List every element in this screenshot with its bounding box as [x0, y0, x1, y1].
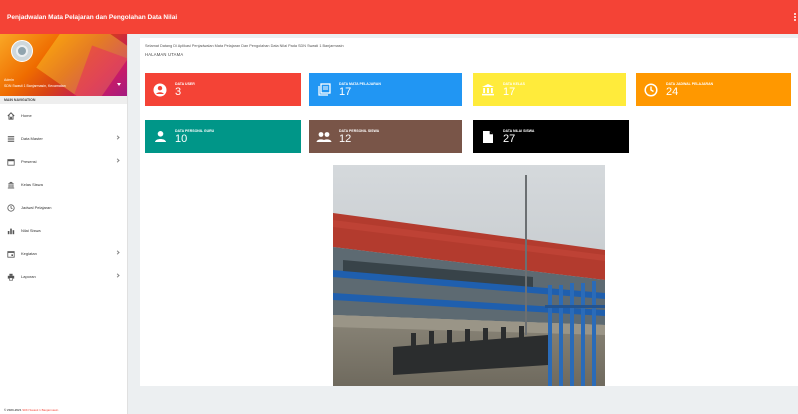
chevron-right-icon	[115, 158, 120, 163]
card-data-mata-pelajaran[interactable]: DATA MATA PELAJARAN 17	[309, 73, 462, 106]
user-profile: Admin SDN Swasti 1 Banjarmasin, Kecamata…	[0, 34, 127, 96]
user-circle-icon	[149, 83, 171, 97]
sidebar-item-data-master[interactable]: Data Master	[0, 127, 127, 150]
card-value: 3	[175, 85, 182, 98]
nav-header: MAIN NAVIGATION	[0, 96, 127, 104]
card-value: 17	[503, 85, 516, 98]
footer-year: © 2020-2021	[4, 408, 22, 412]
more-vert-icon[interactable]	[793, 13, 796, 21]
card-value: 17	[339, 85, 352, 98]
top-bar: Penjadwalan Mata Pelajaran dan Pengolaha…	[0, 0, 798, 34]
sidebar: Admin SDN Swasti 1 Banjarmasin, Kecamata…	[0, 34, 128, 414]
sidebar-item-label: Laporan	[21, 274, 36, 279]
user-school: SDN Swasti 1 Banjarmasin, Kecamatan	[4, 84, 66, 88]
card-label: DATA PERSONIL GURU	[175, 128, 215, 133]
clock-icon	[6, 203, 15, 212]
card-label: DATA NILAI SISWA	[503, 128, 535, 133]
document-icon	[477, 130, 499, 144]
card-label: DATA USER	[175, 81, 195, 86]
card-value: 27	[503, 132, 516, 145]
sidebar-item-label: Jadwal Pelajaran	[21, 205, 52, 210]
main-content: Selamat Datang Di Aplikasi Penjadwalan M…	[140, 38, 798, 386]
sidebar-item-home[interactable]: Home	[0, 104, 127, 127]
sidebar-item-label: Data Master	[21, 136, 43, 141]
card-data-personil-guru[interactable]: DATA PERSONIL GURU 10	[145, 120, 301, 153]
welcome-text: Selamat Datang Di Aplikasi Penjadwalan M…	[145, 44, 344, 48]
user-name: Admin	[4, 78, 14, 82]
card-value: 24	[666, 85, 679, 98]
chevron-right-icon	[115, 135, 120, 140]
group-icon	[313, 131, 335, 143]
card-label: DATA MATA PELAJARAN	[339, 81, 381, 86]
chevron-right-icon	[115, 250, 120, 255]
app-title: Penjadwalan Mata Pelajaran dan Pengolaha…	[7, 13, 178, 21]
card-data-jadwal-pelajaran[interactable]: DATA JADWAL PELAJARAN 24	[636, 73, 791, 106]
school-building-photo	[333, 165, 605, 386]
card-label: DATA PERSONIL SISWA	[339, 128, 380, 133]
page-title: HALAMAN UTAMA	[145, 52, 184, 57]
sidebar-item-label: Presensi	[21, 159, 37, 164]
sidebar-item-kelas-siswa[interactable]: Kelas Siswa	[0, 173, 127, 196]
bank-icon	[477, 83, 499, 96]
footer-copyright: © 2020-2021 SDN Swasti 1 Banjarmasin	[4, 408, 58, 412]
card-data-kelas[interactable]: DATA KELAS 17	[473, 73, 626, 106]
calendar-icon	[6, 157, 15, 166]
person-icon	[149, 130, 171, 143]
card-value: 10	[175, 132, 188, 145]
sidebar-item-nilai-siswa[interactable]: Nilai Siswa	[0, 219, 127, 242]
building-icon	[6, 180, 15, 189]
sidebar-item-laporan[interactable]: Laporan	[0, 265, 127, 288]
user-menu-caret-icon[interactable]	[117, 83, 121, 86]
home-icon	[6, 111, 15, 120]
card-value: 12	[339, 132, 352, 145]
print-icon	[6, 272, 15, 281]
clock-icon	[640, 82, 662, 97]
card-data-user[interactable]: DATA USER 3	[145, 73, 301, 106]
chart-icon	[6, 226, 15, 235]
card-data-nilai-siswa[interactable]: DATA NILAI SISWA 27	[473, 120, 629, 153]
sidebar-item-label: Nilai Siswa	[21, 228, 41, 233]
book-icon	[313, 83, 335, 96]
footer-school-link[interactable]: SDN Swasti 1 Banjarmasin	[22, 408, 58, 412]
sidebar-item-kegiatan[interactable]: Kegiatan	[0, 242, 127, 265]
sidebar-item-label: Home	[21, 113, 32, 118]
chevron-right-icon	[115, 273, 120, 278]
sidebar-item-jadwal-pelajaran[interactable]: Jadwal Pelajaran	[0, 196, 127, 219]
card-data-personil-siswa[interactable]: DATA PERSONIL SISWA 12	[309, 120, 462, 153]
list-icon	[6, 134, 15, 143]
sidebar-item-presensi[interactable]: Presensi	[0, 150, 127, 173]
event-icon	[6, 249, 15, 258]
card-label: DATA JADWAL PELAJARAN	[666, 81, 714, 86]
card-label: DATA KELAS	[503, 81, 525, 86]
sidebar-item-label: Kegiatan	[21, 251, 37, 256]
avatar	[11, 40, 33, 62]
sidebar-item-label: Kelas Siswa	[21, 182, 43, 187]
